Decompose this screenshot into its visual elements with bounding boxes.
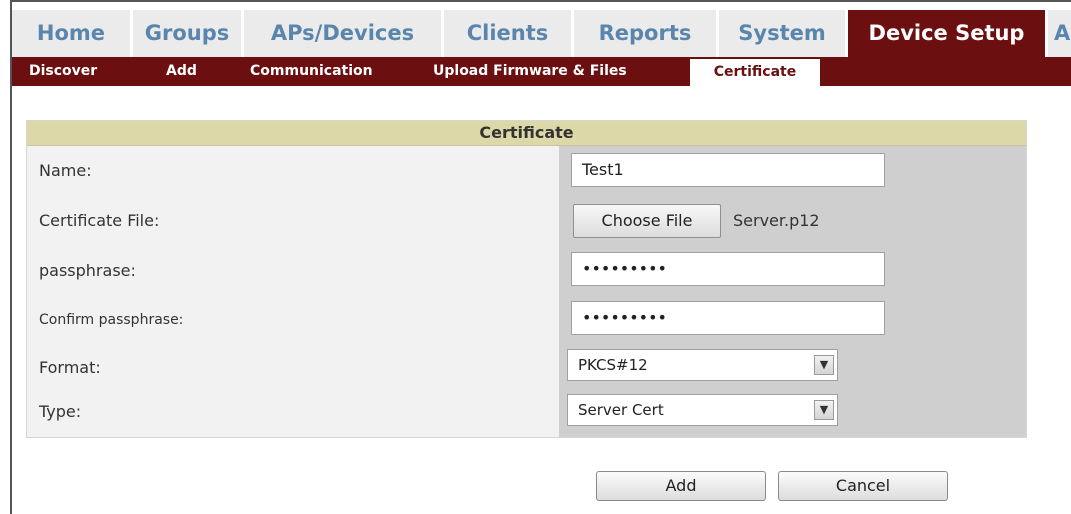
tab-aps-devices[interactable]: APs/Devices bbox=[244, 10, 441, 57]
subtab-add[interactable]: Add bbox=[166, 57, 197, 86]
passphrase-field[interactable]: ••••••••• bbox=[571, 252, 885, 286]
type-select[interactable]: Server Cert ▼ bbox=[567, 394, 838, 426]
subtab-certificate[interactable]: Certificate bbox=[690, 59, 820, 86]
tab-device-setup[interactable]: Device Setup bbox=[848, 10, 1045, 57]
certificate-file-label: Certificate File: bbox=[39, 211, 160, 230]
cancel-button[interactable]: Cancel bbox=[778, 471, 948, 501]
format-select[interactable]: PKCS#12 ▼ bbox=[567, 349, 838, 381]
chevron-down-icon[interactable]: ▼ bbox=[814, 355, 834, 375]
passphrase-label: passphrase: bbox=[39, 261, 136, 280]
type-label: Type: bbox=[39, 402, 82, 421]
add-button[interactable]: Add bbox=[596, 471, 766, 501]
certificate-form-panel: Certificate Name: Test1 Certificate File… bbox=[26, 120, 1027, 438]
tab-groups[interactable]: Groups bbox=[133, 10, 241, 57]
confirm-passphrase-label: Confirm passphrase: bbox=[39, 312, 184, 328]
type-selected-value: Server Cert bbox=[578, 401, 664, 419]
tab-reports[interactable]: Reports bbox=[574, 10, 716, 57]
subtab-communication[interactable]: Communication bbox=[250, 57, 373, 86]
panel-title: Certificate bbox=[27, 121, 1026, 146]
confirm-passphrase-field[interactable]: ••••••••• bbox=[571, 301, 885, 335]
format-selected-value: PKCS#12 bbox=[578, 356, 648, 374]
tab-overflow[interactable]: A bbox=[1048, 10, 1071, 57]
sub-nav: Discover Add Communication Upload Firmwa… bbox=[12, 57, 1071, 86]
tab-clients[interactable]: Clients bbox=[444, 10, 571, 57]
subtab-upload-firmware[interactable]: Upload Firmware & Files bbox=[433, 57, 627, 86]
name-field[interactable]: Test1 bbox=[571, 153, 885, 187]
chevron-down-icon[interactable]: ▼ bbox=[814, 400, 834, 420]
main-nav: Home Groups APs/Devices Clients Reports … bbox=[12, 10, 1071, 57]
tab-system[interactable]: System bbox=[719, 10, 845, 57]
tab-home[interactable]: Home bbox=[12, 10, 130, 57]
subtab-discover[interactable]: Discover bbox=[29, 57, 97, 86]
name-label: Name: bbox=[39, 161, 92, 180]
choose-file-button[interactable]: Choose File bbox=[573, 204, 721, 238]
selected-file-name: Server.p12 bbox=[733, 211, 820, 230]
format-label: Format: bbox=[39, 358, 101, 377]
